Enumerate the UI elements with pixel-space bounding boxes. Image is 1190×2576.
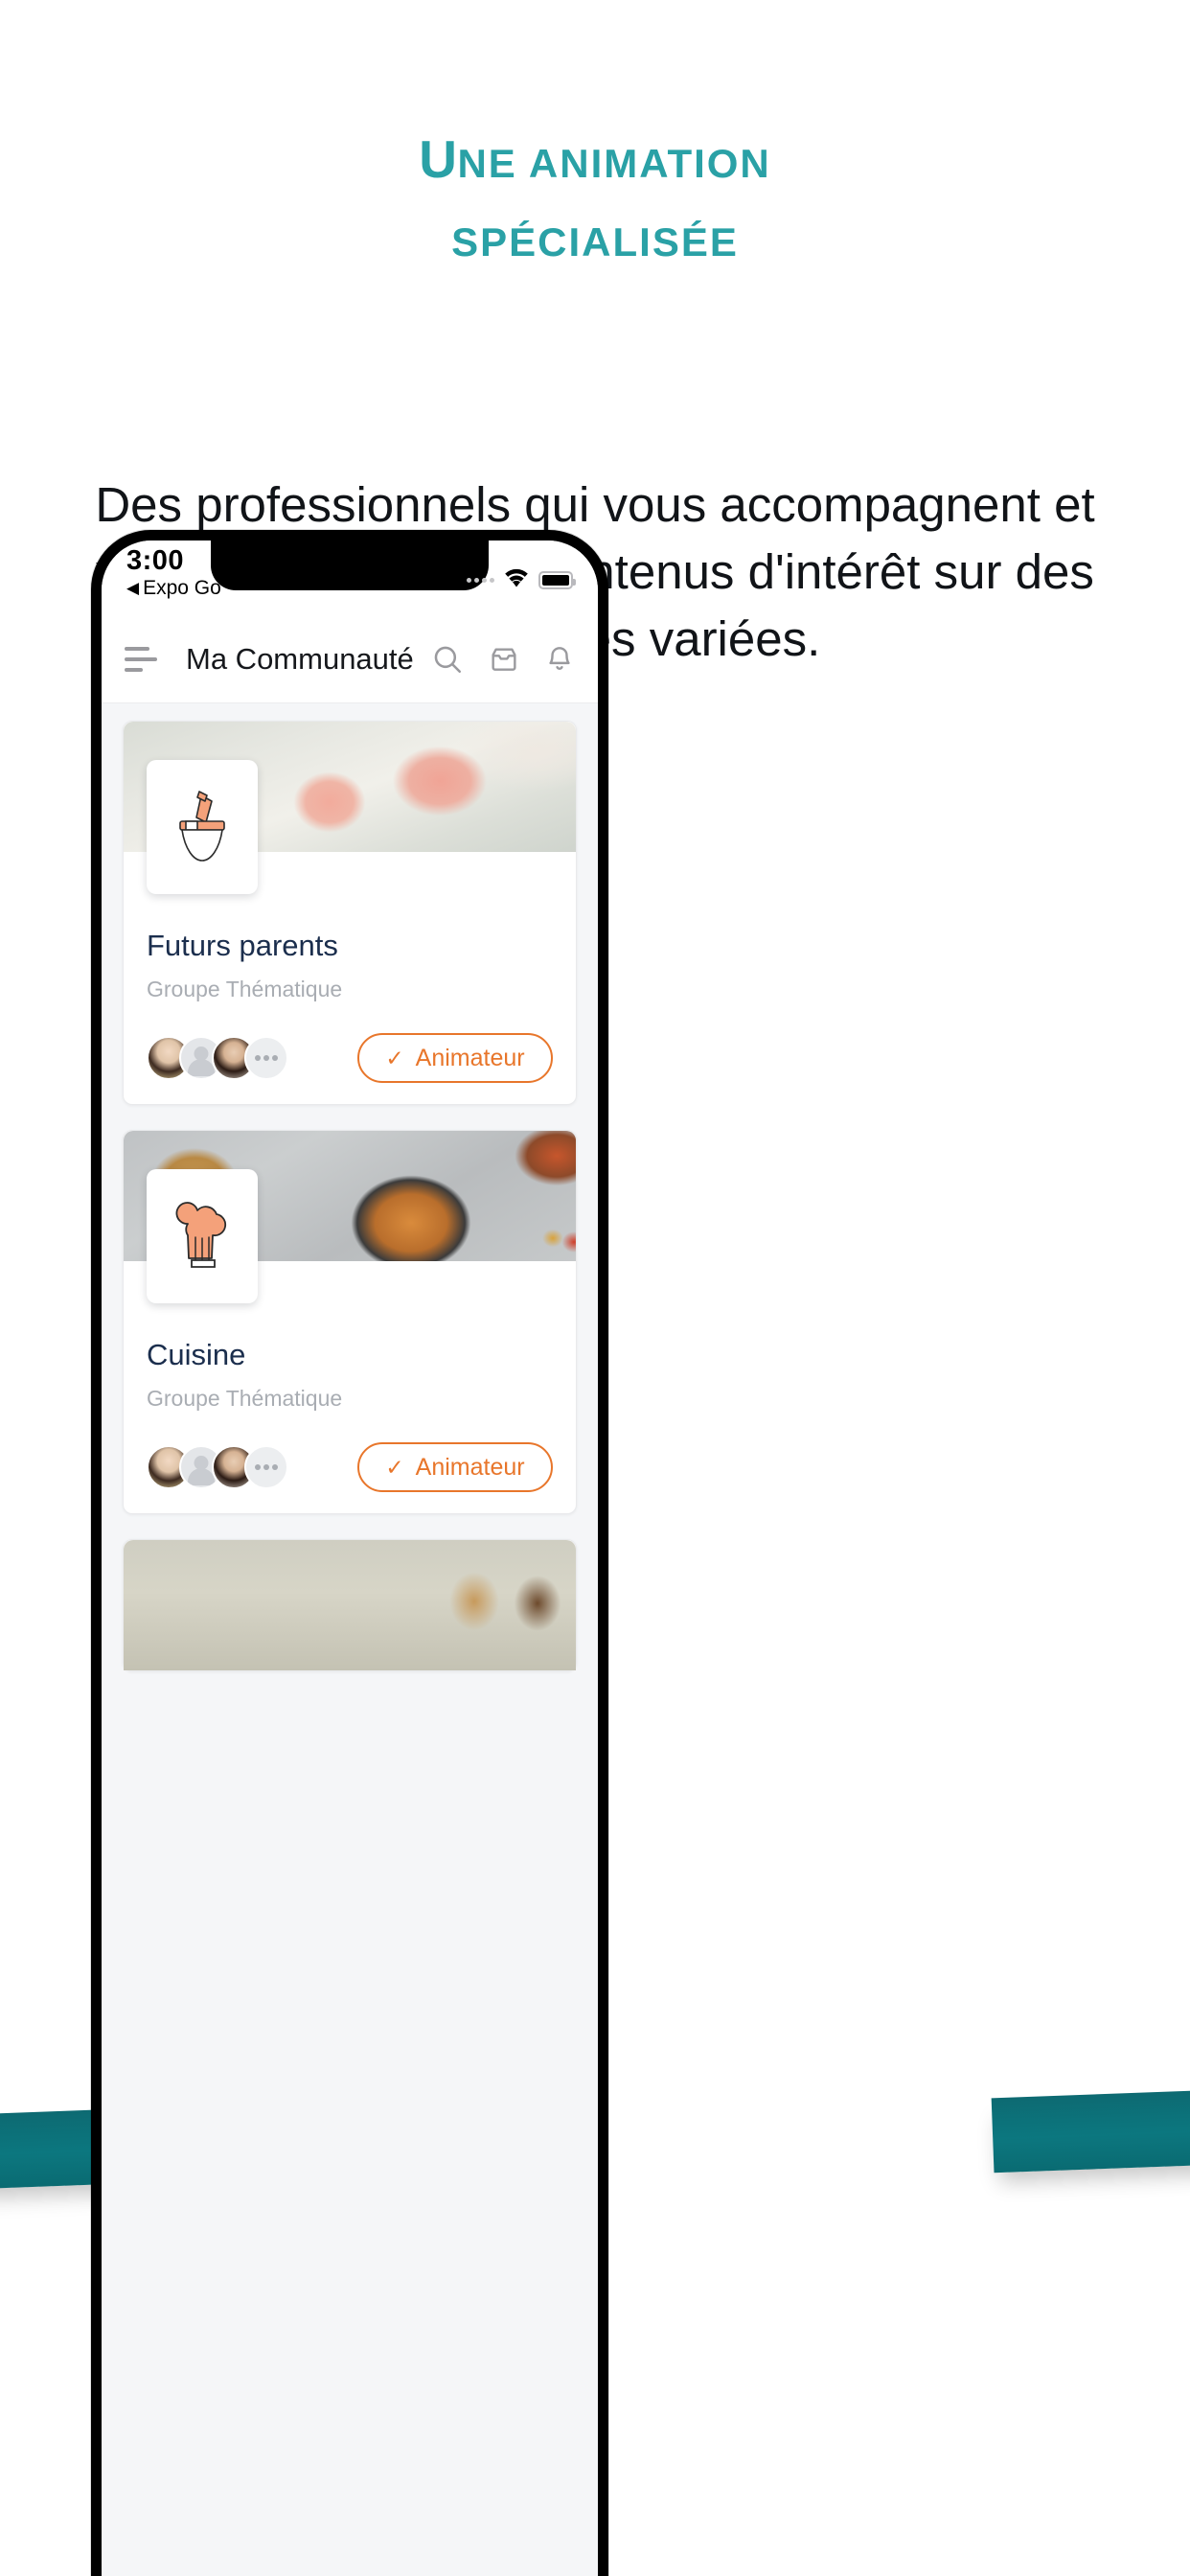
search-icon[interactable] [431, 643, 464, 676]
app-bar: Ma Communauté [102, 615, 598, 703]
inbox-icon[interactable] [489, 644, 519, 675]
page-title-dropcap: U [419, 129, 458, 189]
phone-mockup: 3:00 ◀ Expo Go Ma Communauté Futurs pare… [91, 530, 608, 2576]
check-icon: ✓ [385, 1454, 404, 1480]
animateur-button-label: Animateur [415, 1453, 525, 1481]
check-icon: ✓ [385, 1045, 404, 1070]
group-subtitle: Groupe Thématique [147, 977, 343, 1001]
group-title: Cuisine [147, 1338, 246, 1371]
group-card[interactable] [123, 1539, 577, 1671]
member-avatars[interactable] [147, 1445, 288, 1489]
group-card-body: Cuisine Groupe Thématique ✓ Animateur [124, 1169, 576, 1513]
status-time: 3:00 [126, 545, 185, 576]
phone-notch [211, 540, 489, 590]
avatar-overflow-icon[interactable] [244, 1036, 288, 1080]
animateur-button[interactable]: ✓ Animateur [357, 1033, 553, 1083]
group-card-body: Futurs parents Groupe Thématique ✓ Anima… [124, 760, 576, 1104]
group-title: Futurs parents [147, 929, 338, 962]
animateur-button-label: Animateur [415, 1044, 525, 1071]
status-bar-left: 3:00 ◀ Expo Go [126, 546, 221, 600]
group-subtitle: Groupe Thématique [147, 1386, 343, 1411]
baby-diaper-bottle-icon [147, 760, 258, 894]
battery-icon [538, 570, 576, 589]
app-bar-actions [431, 643, 575, 676]
back-to-app-link[interactable]: ◀ Expo Go [126, 577, 221, 599]
app-title: Ma Communauté [186, 641, 414, 676]
people-outdoors-photo [124, 1540, 576, 1670]
back-arrow-icon: ◀ [126, 579, 140, 598]
wifi-icon [503, 567, 530, 592]
page-title-line-2: SPÉCIALISÉE [451, 218, 739, 264]
group-card[interactable]: Cuisine Groupe Thématique ✓ Animateur [123, 1130, 577, 1514]
hamburger-menu-icon[interactable] [125, 646, 157, 672]
decorative-ribbon-right [991, 2089, 1190, 2174]
member-avatars[interactable] [147, 1036, 288, 1080]
page-title-line-1: UNE ANIMATION [0, 125, 1190, 195]
promo-page: UNE ANIMATION SPÉCIALISÉE Des profession… [0, 0, 1190, 2576]
group-cover-photo [124, 1540, 576, 1670]
group-card-footer: ✓ Animateur [147, 1442, 553, 1492]
avatar-overflow-icon[interactable] [244, 1445, 288, 1489]
group-card-footer: ✓ Animateur [147, 1033, 553, 1083]
animateur-button[interactable]: ✓ Animateur [357, 1442, 553, 1492]
group-card[interactable]: Futurs parents Groupe Thématique ✓ Anima… [123, 721, 577, 1105]
phone-screen: 3:00 ◀ Expo Go Ma Communauté Futurs pare… [102, 540, 598, 2576]
chef-hat-icon [147, 1169, 258, 1303]
bell-icon[interactable] [544, 644, 575, 675]
page-title-line-1-rest: NE ANIMATION [457, 141, 771, 186]
status-bar-right [467, 567, 576, 592]
back-to-app-label: Expo Go [143, 577, 221, 600]
group-feed: Futurs parents Groupe Thématique ✓ Anima… [102, 703, 598, 1671]
page-title: UNE ANIMATION SPÉCIALISÉE [0, 125, 1190, 268]
signal-dots-icon [467, 577, 494, 583]
status-bar: 3:00 ◀ Expo Go [102, 540, 598, 615]
